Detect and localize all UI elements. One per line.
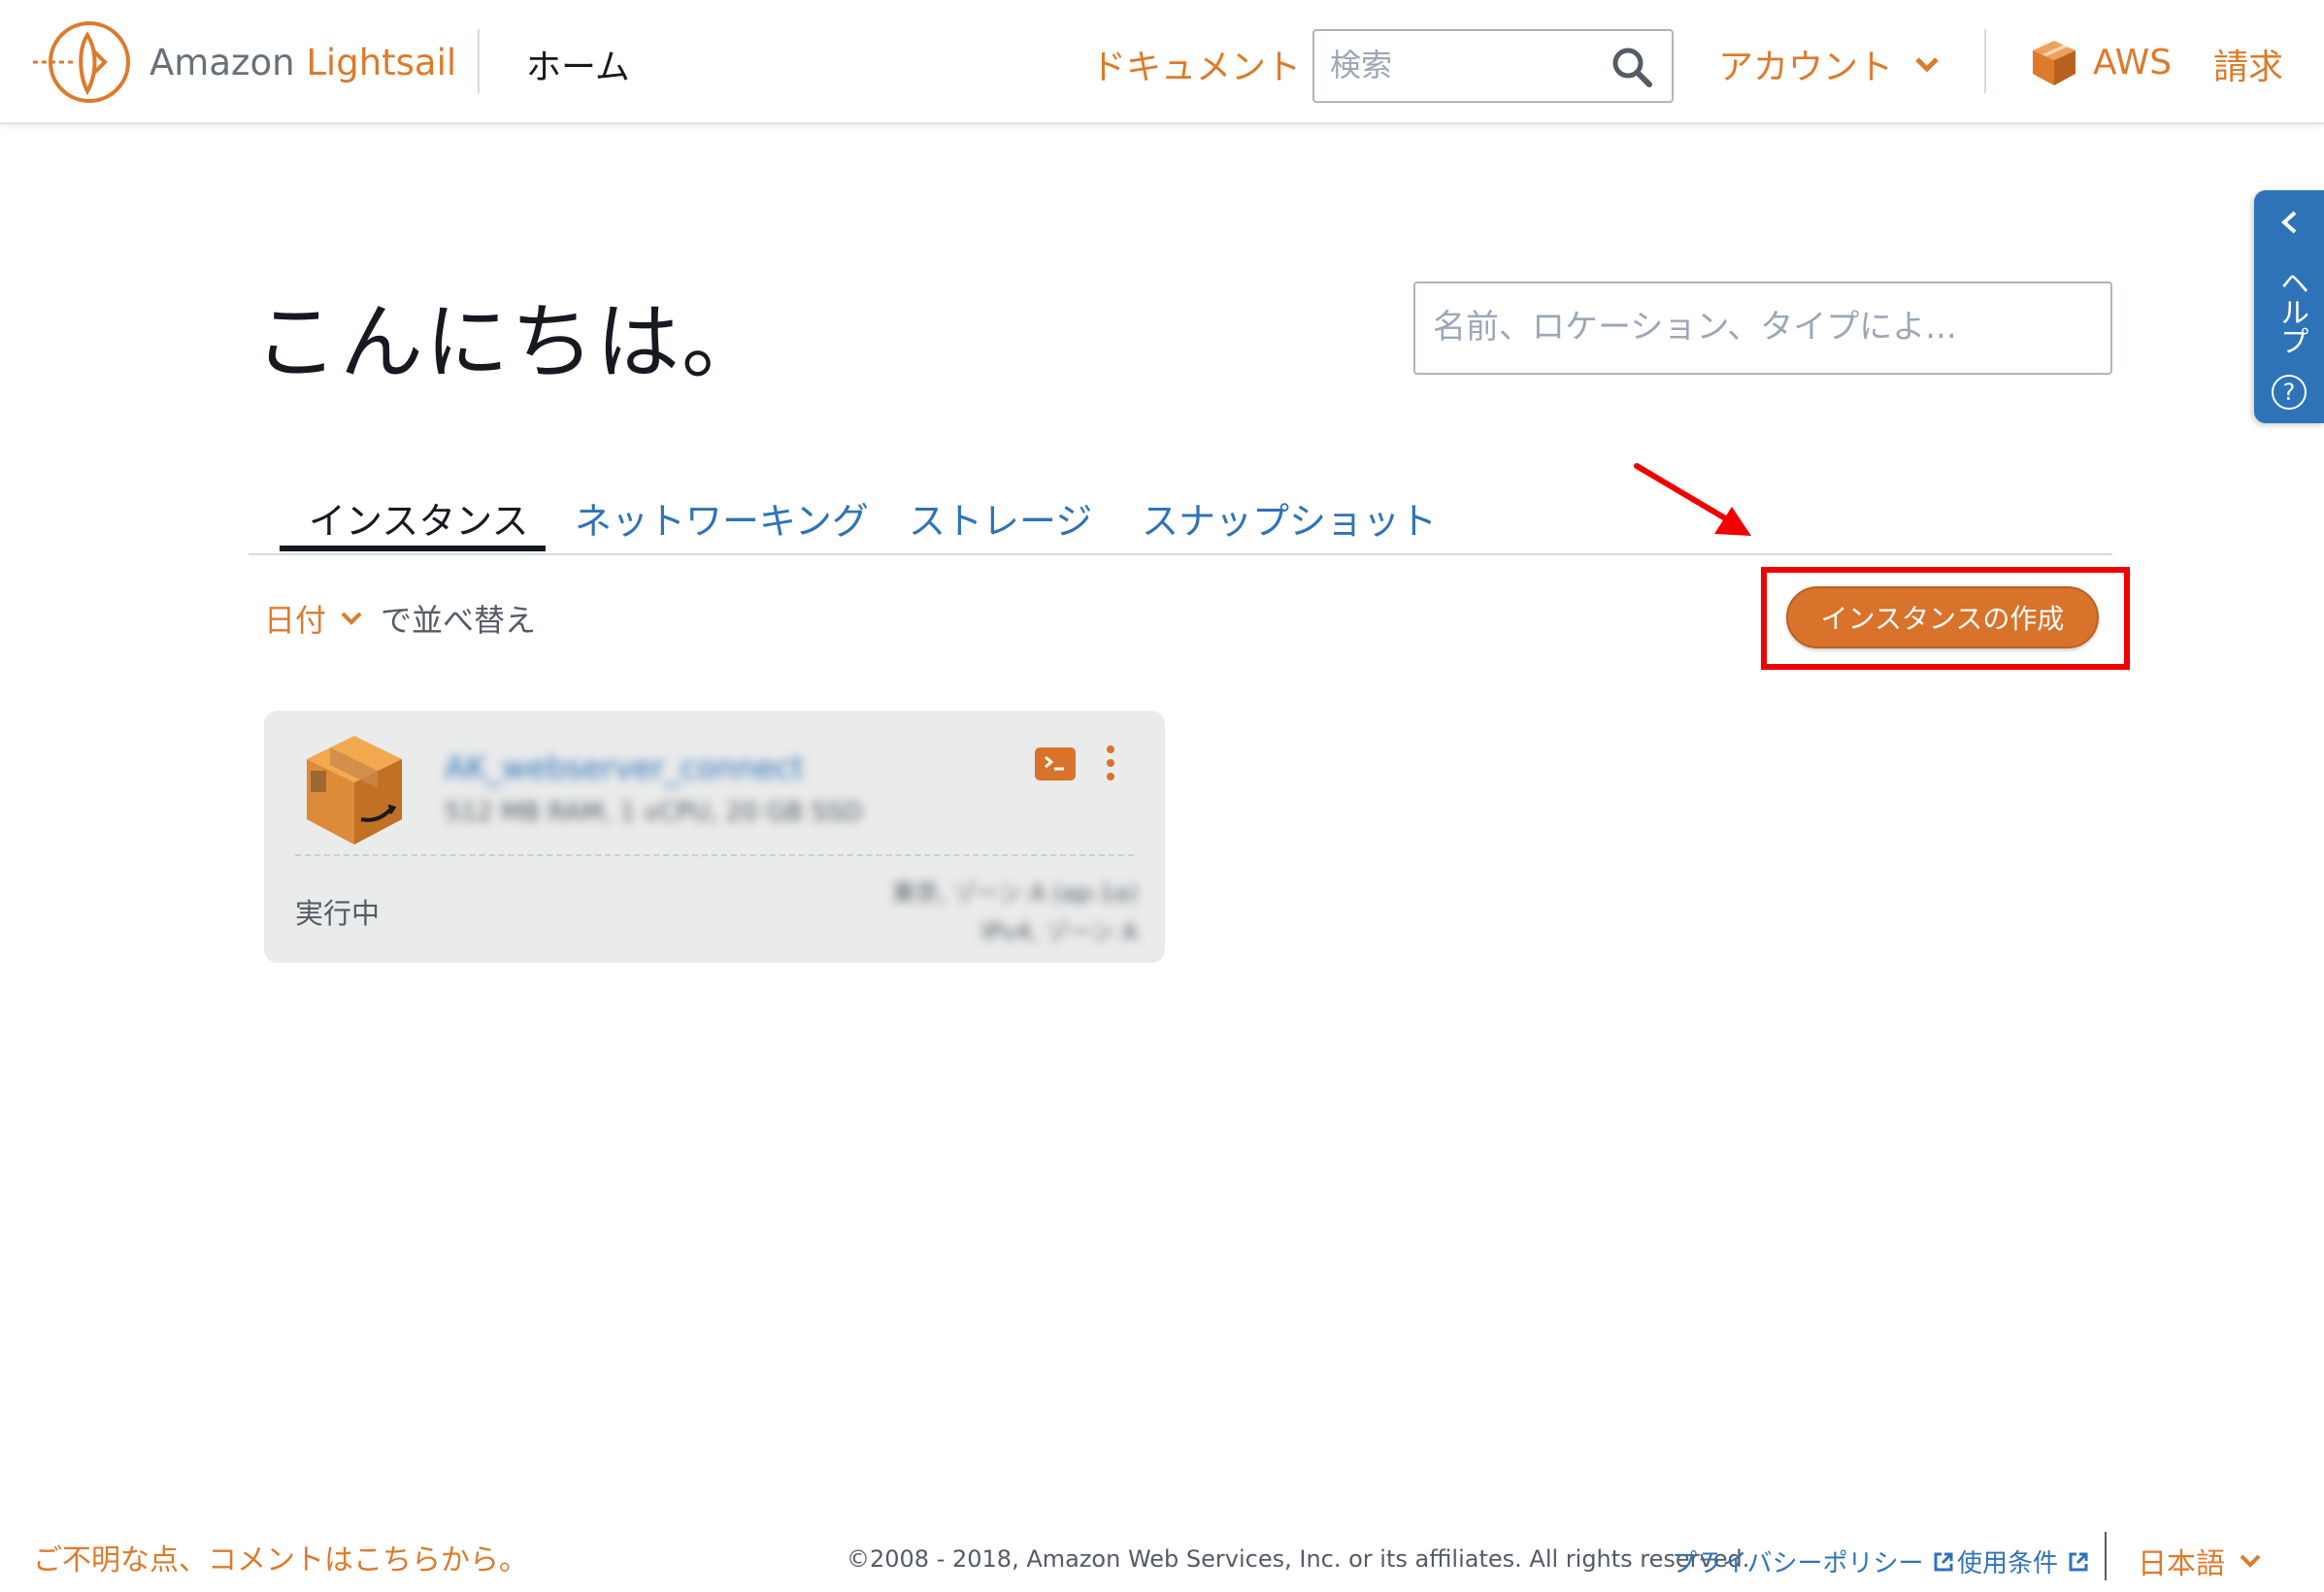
annotation-arrow (1634, 463, 1751, 536)
sort-field-dropdown[interactable]: 日付 (264, 596, 326, 641)
instance-name: AK_webserver_connect (445, 749, 804, 786)
account-label: アカウント (1718, 48, 1894, 87)
instance-name-link[interactable]: AK_webserver_connect (445, 749, 907, 786)
lightsail-logo[interactable]: Amazon Lightsail (29, 17, 456, 107)
search-icon[interactable] (1610, 45, 1654, 89)
resource-tabs: インスタンス ネットワーキング ストレージ スナップショット (249, 485, 2112, 555)
instance-region: 東京, ゾーン A (ap-1a) IPv4, ゾーン A (892, 874, 1138, 951)
privacy-policy-label: プライバシーポリシー (1672, 1549, 1924, 1578)
help-label: ヘルプ (2274, 268, 2308, 355)
aws-console-link[interactable]: AWS (2029, 37, 2172, 87)
terms-link[interactable]: 使用条件 (1957, 1543, 2089, 1579)
tab-storage[interactable]: ストレージ (909, 491, 1092, 545)
brand-text: Amazon Lightsail (149, 41, 457, 83)
language-selector[interactable]: 日本語 (2138, 1540, 2262, 1582)
footer-divider (2105, 1532, 2107, 1580)
chevron-left-icon (2281, 211, 2297, 234)
language-label: 日本語 (2138, 1547, 2225, 1581)
lightsail-logo-icon (29, 17, 134, 107)
external-link-icon (2069, 1552, 2088, 1571)
instance-region-line2: IPv4, ゾーン A (980, 918, 1138, 945)
instance-region-line1: 東京, ゾーン A (ap-1a) (891, 879, 1138, 907)
resource-filter-input[interactable] (1433, 283, 2093, 371)
tab-instances[interactable]: インスタンス (309, 491, 528, 545)
nav-divider (1984, 29, 1986, 93)
page-title: こんにちは。 (254, 294, 767, 391)
nav-home-link[interactable]: ホーム (526, 39, 630, 89)
create-instance-button[interactable]: インスタンスの作成 (1786, 586, 2099, 648)
aws-cube-icon (2033, 41, 2075, 85)
more-options-icon[interactable] (1105, 746, 1116, 784)
external-link-icon (1934, 1552, 1953, 1571)
instance-spec: 512 MB RAM, 1 vCPU, 20 GB SSD (445, 798, 863, 827)
sort-suffix-label: で並べ替え (381, 602, 537, 639)
ssh-terminal-button[interactable] (1035, 747, 1076, 780)
feedback-link[interactable]: ご不明な点、コメントはこちらから。 (33, 1536, 528, 1578)
card-divider (295, 854, 1134, 856)
question-icon: ? (2272, 375, 2307, 410)
copyright-text: ©2008 - 2018, Amazon Web Services, Inc. … (847, 1545, 1750, 1573)
chevron-down-icon (2240, 1554, 2261, 1568)
global-search-input[interactable] (1330, 31, 1611, 99)
tab-networking[interactable]: ネットワーキング (575, 491, 869, 545)
instance-card[interactable]: AK_webserver_connect 512 MB RAM, 1 vCPU,… (264, 711, 1165, 963)
global-search[interactable] (1312, 29, 1674, 103)
instance-meta: 512 MB RAM, 1 vCPU, 20 GB SSD (445, 798, 881, 827)
help-drawer-tab[interactable]: ヘルプ ? (2254, 190, 2324, 423)
chevron-down-icon (1915, 57, 1939, 73)
active-tab-indicator (280, 546, 546, 551)
terms-label: 使用条件 (1957, 1549, 2059, 1578)
instance-status: 実行中 (295, 897, 381, 930)
tab-snapshots[interactable]: スナップショット (1142, 491, 1437, 545)
billing-link[interactable]: 請求 (2213, 39, 2283, 89)
account-menu[interactable]: アカウント (1718, 39, 1940, 89)
nav-divider (478, 29, 480, 93)
aws-label: AWS (2093, 42, 2173, 83)
nav-docs-link[interactable]: ドキュメント (1091, 39, 1301, 89)
chevron-down-icon[interactable] (340, 611, 363, 626)
privacy-policy-link[interactable]: プライバシーポリシー (1672, 1543, 1954, 1579)
resource-filter[interactable] (1413, 282, 2112, 375)
sort-control: 日付 で並べ替え (264, 596, 536, 641)
terminal-icon (1045, 755, 1064, 771)
instance-box-icon (301, 730, 408, 854)
top-nav: Amazon Lightsail ホーム ドキュメント アカウント AWS 請求 (0, 0, 2324, 124)
